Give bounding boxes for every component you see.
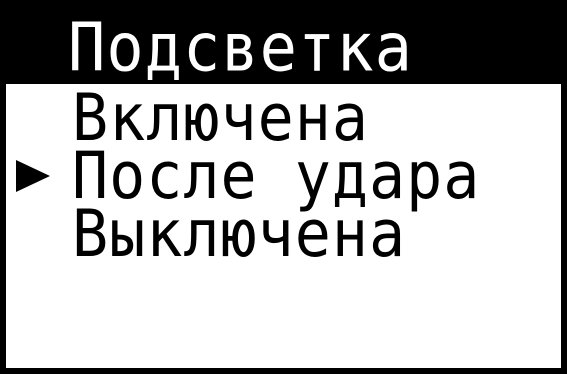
menu-item-label: Выключена <box>72 196 407 273</box>
triangle-right-icon <box>16 160 50 192</box>
menu-title-bar: Подсветка <box>6 6 561 84</box>
menu-item-disabled[interactable]: Выключена <box>6 202 561 267</box>
menu-title: Подсветка <box>68 7 413 87</box>
lcd-screen: Подсветка Включена После удара Выключена <box>6 6 561 368</box>
